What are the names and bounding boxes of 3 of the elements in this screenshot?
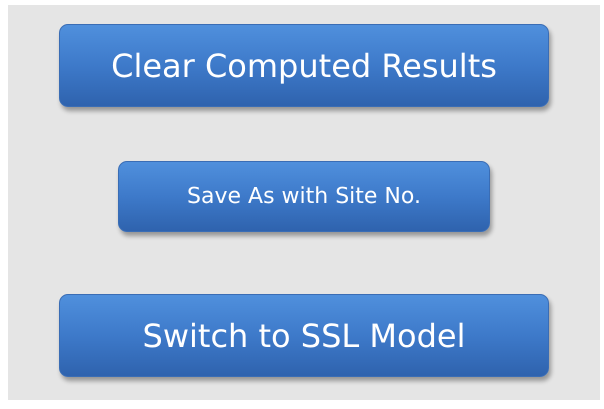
action-button[interactable]: Clear Computed Results [59,24,549,107]
action-button[interactable]: Save As with Site No. [118,161,490,232]
action-button[interactable]: Switch to SSL Model [59,294,549,377]
